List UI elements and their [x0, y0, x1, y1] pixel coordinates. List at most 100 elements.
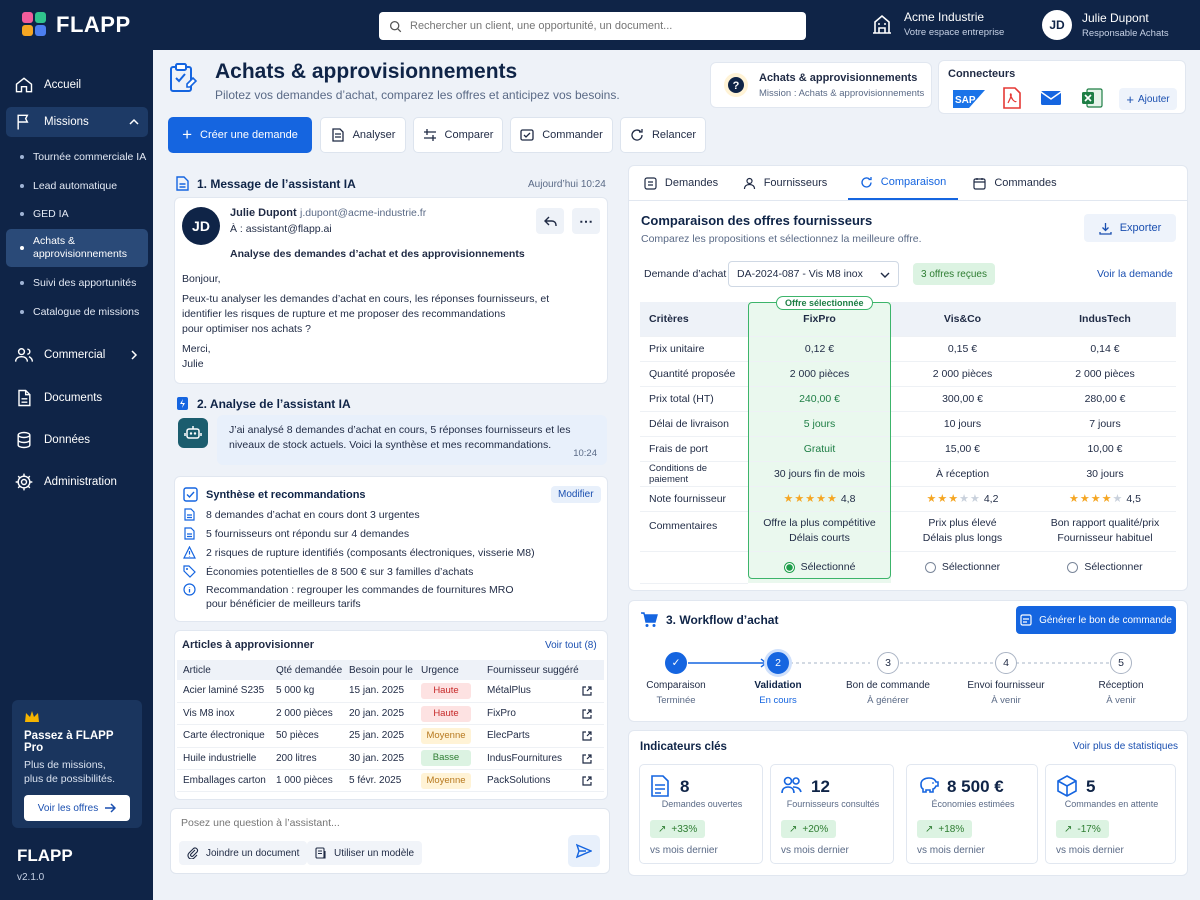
kpis-title: Indicateurs clés: [640, 741, 727, 753]
edit-synthesis-button[interactable]: Modifier: [551, 486, 601, 503]
kpi-label: Demandes ouvertes: [661, 799, 743, 809]
table-row[interactable]: Acier laminé S235 5 000 kg 15 jan. 2025 …: [177, 680, 604, 703]
export-button[interactable]: Exporter: [1084, 214, 1176, 242]
kpi-delta-badge: ↗ +20%: [781, 820, 837, 838]
send-button[interactable]: [568, 835, 600, 867]
tab-commandes[interactable]: Commandes: [968, 166, 1062, 200]
see-request-link[interactable]: Voir la demande: [1097, 268, 1173, 280]
select-offer-visco[interactable]: Sélectionner: [891, 551, 1034, 583]
more-options-button[interactable]: ⋯: [572, 208, 600, 234]
rating-value: 4,8: [840, 493, 856, 505]
sidebar-subitem-tournee[interactable]: Tournée commerciale IA: [6, 146, 148, 168]
sidebar-subitem-label: GED IA: [33, 208, 69, 220]
table-row[interactable]: Emballages carton 1 000 pièces 5 févr. 2…: [177, 769, 604, 793]
offer-value: 5 jours: [748, 411, 891, 437]
workflow-step-envoi[interactable]: 4 Envoi fournisseur À venir: [951, 652, 1061, 706]
tab-fournisseurs[interactable]: Fournisseurs: [735, 166, 835, 200]
search-bar[interactable]: [379, 12, 806, 40]
tab-label: Comparaison: [880, 176, 947, 188]
kpi-label: Fournisseurs consultés: [786, 799, 880, 809]
mail-connector[interactable]: [1040, 90, 1062, 106]
use-template-button[interactable]: Utiliser un modèle: [307, 841, 423, 865]
analyze-button[interactable]: Analyser: [320, 117, 406, 153]
kpi-card-demandes[interactable]: 8 Demandes ouvertes ↗ +33% vs mois dernie…: [639, 764, 763, 864]
external-link-icon[interactable]: [582, 709, 592, 719]
sidebar-subitem-lead[interactable]: Lead automatique: [6, 175, 148, 197]
sender-email: j.dupont@acme-industrie.fr: [300, 207, 427, 219]
request-select[interactable]: DA-2024-087 - Vis M8 inox: [728, 261, 899, 287]
workflow-step-comparaison[interactable]: ✓ Comparaison Terminée: [621, 652, 731, 706]
external-link-icon[interactable]: [582, 754, 592, 764]
external-link-icon[interactable]: [582, 731, 592, 741]
mission-context-card[interactable]: ? Achats & approvisionnements Mission : …: [710, 62, 932, 108]
tab-demandes[interactable]: Demandes: [640, 166, 722, 200]
column-header: Qté demandée: [270, 660, 343, 680]
order-button[interactable]: Commander: [510, 117, 613, 153]
pdf-connector[interactable]: [1003, 87, 1021, 109]
trend-up-icon: ↗: [925, 823, 934, 835]
assistant-question-input[interactable]: [181, 817, 561, 829]
sidebar-subitem-ged[interactable]: GED IA: [6, 203, 148, 225]
step-label: Bon de commande: [846, 680, 930, 691]
workflow-step-validation[interactable]: 2 Validation En cours: [723, 652, 833, 706]
workflow-step-reception[interactable]: 5 Réception À venir: [1066, 652, 1176, 706]
synthesis-item: Économies potentielles de 8 500 € sur 3 …: [183, 565, 473, 579]
remind-button[interactable]: Relancer: [620, 117, 706, 153]
sidebar-subitem-suivi[interactable]: Suivi des apportunités: [6, 272, 148, 294]
kpi-delta-badge: ↗ +33%: [650, 820, 706, 838]
star-filled-icon: ★: [805, 493, 817, 505]
more-stats-link[interactable]: Voir plus de statistiques: [1073, 741, 1178, 752]
create-request-button[interactable]: + Créer une demande: [168, 117, 312, 153]
sidebar-item-documents[interactable]: Documents: [6, 383, 148, 413]
kpi-card-fournisseurs[interactable]: 12 Fournisseurs consultés ↗ +20% vs mois …: [770, 764, 894, 864]
sidebar-subitem-catalogue[interactable]: Catalogue de missions: [6, 301, 148, 323]
email-body-line: identifier les risques de rupture et me …: [182, 308, 506, 320]
bullet-icon: [20, 155, 24, 159]
sidebar-item-missions[interactable]: Missions: [6, 107, 148, 137]
excel-connector[interactable]: [1081, 87, 1103, 109]
pro-title: Passez à FLAPP Pro: [24, 730, 114, 754]
workflow-step-bon-de-commande[interactable]: 3 Bon de commande À générer: [833, 652, 943, 706]
external-link-icon[interactable]: [582, 686, 592, 696]
kpi-value: 8 500 €: [947, 777, 1004, 796]
select-offer-industech[interactable]: Sélectionner: [1034, 551, 1176, 583]
checklist-icon: [183, 487, 198, 502]
user-menu[interactable]: JD Julie Dupont Responsable Achats: [1042, 10, 1169, 40]
article-name: Acier laminé S235: [177, 680, 270, 703]
sap-connector[interactable]: SAP: [953, 90, 985, 108]
sidebar-subitem-achats[interactable]: Achats & approvisionnements: [6, 229, 148, 267]
select-offer-fixpro[interactable]: Sélectionné: [748, 551, 891, 583]
table-row[interactable]: Carte électronique 50 pièces 25 jan. 202…: [177, 724, 604, 748]
sidebar-item-commercial[interactable]: Commercial: [6, 340, 148, 370]
external-link-icon[interactable]: [582, 776, 592, 786]
generate-order-button[interactable]: Générer le bon de commande: [1016, 606, 1176, 634]
company-switcher[interactable]: Acme Industrie Votre espace entreprise: [870, 10, 1004, 38]
sidebar-item-accueil[interactable]: Accueil: [6, 70, 148, 100]
select-label: Sélectionner: [941, 561, 1001, 574]
tab-label: Commandes: [994, 177, 1057, 189]
attach-label: Joindre un document: [206, 847, 300, 859]
sidebar-item-administration[interactable]: Administration: [6, 467, 148, 497]
star-filled-icon: ★: [827, 493, 838, 505]
suppliers-group-icon: [781, 776, 802, 794]
help-icon: ?: [724, 73, 748, 97]
see-offers-button[interactable]: Voir les offres: [24, 795, 130, 821]
tab-comparaison[interactable]: Comparaison: [848, 166, 958, 200]
synthesis-item: 2 risques de rupture identifiés (composa…: [183, 546, 535, 560]
table-row[interactable]: Huile industrielle 200 litres 30 jan. 20…: [177, 747, 604, 771]
article-name: Emballages carton: [177, 769, 270, 793]
trend-up-icon: ↗: [789, 823, 798, 835]
app-logo[interactable]: FLAPP: [22, 12, 131, 38]
compare-button[interactable]: Comparer: [413, 117, 503, 153]
criteria-label: Prix total (HT): [640, 386, 748, 412]
attach-document-button[interactable]: Joindre un document: [179, 841, 308, 865]
sidebar-item-donnees[interactable]: Données: [6, 425, 148, 455]
sidebar-subitem-label: Achats & approvisionnements: [33, 235, 127, 260]
table-row[interactable]: Vis M8 inox 2 000 pièces 20 jan. 2025 Ha…: [177, 702, 604, 726]
reply-button[interactable]: [536, 208, 564, 234]
see-all-articles-link[interactable]: Voir tout (8): [545, 640, 597, 651]
kpi-card-economies[interactable]: 8 500 € Économies estimées ↗ +18% vs mois…: [906, 764, 1038, 864]
add-connector-button[interactable]: + Ajouter: [1119, 88, 1177, 110]
search-input[interactable]: [410, 20, 806, 32]
kpi-card-commandes[interactable]: 5 Commandes en attente ↗ -17% vs mois der…: [1045, 764, 1176, 864]
